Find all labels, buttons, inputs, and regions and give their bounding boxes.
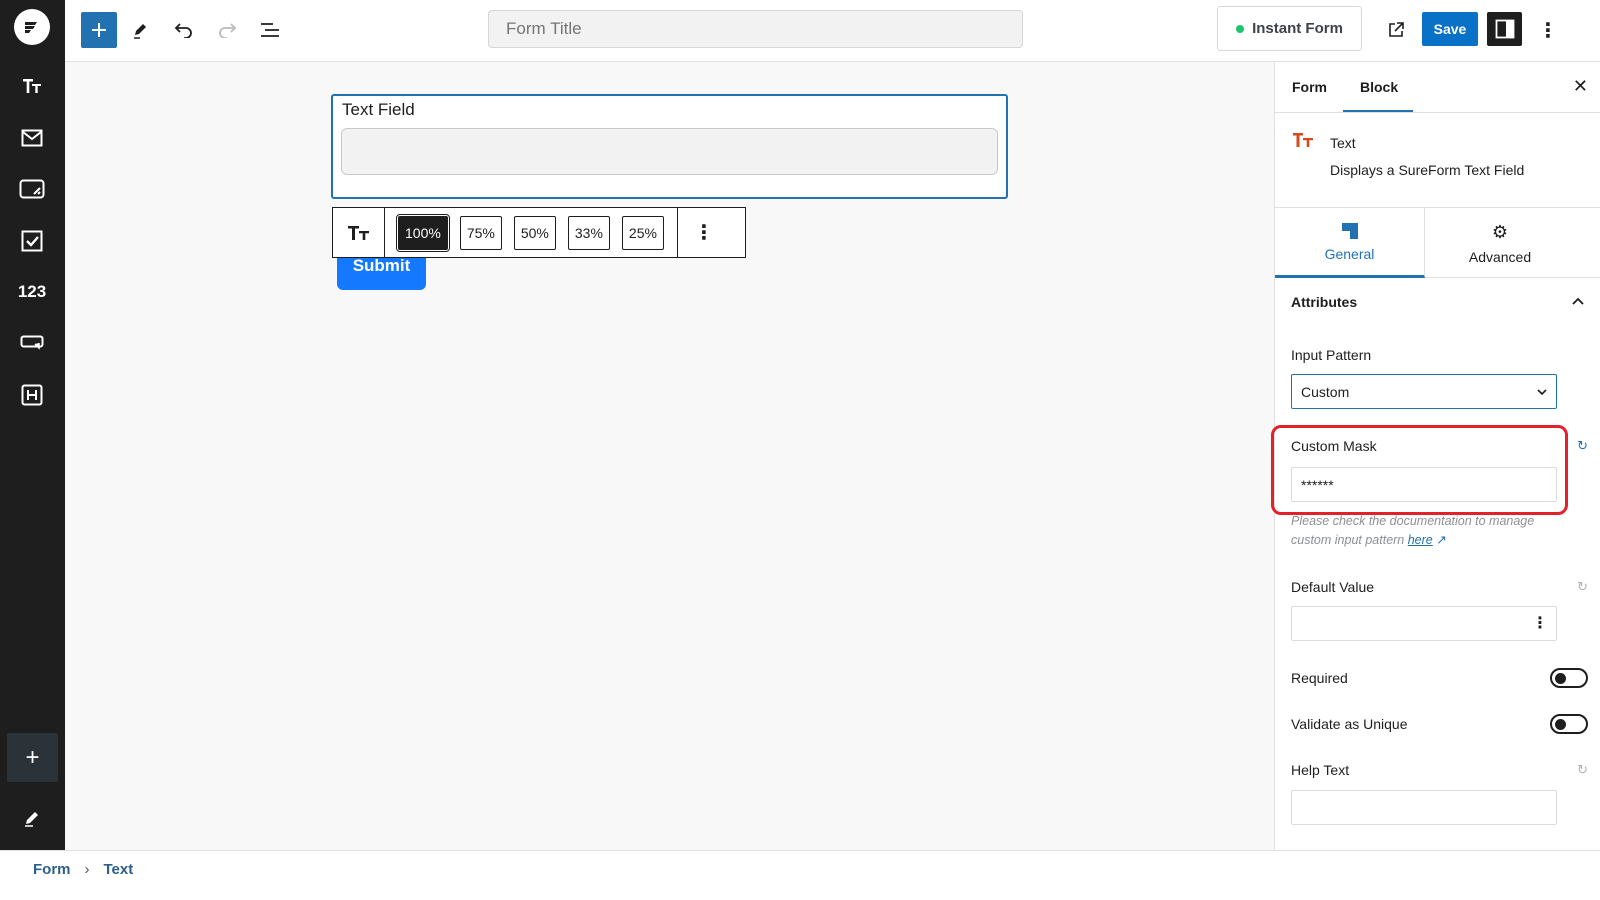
block-more-options-icon[interactable]: ⋮ <box>678 208 730 257</box>
status-dot-icon <box>1236 24 1245 33</box>
input-pattern-value: Custom <box>1301 383 1350 400</box>
width-options: 100% 75% 50% 33% 25% <box>385 208 678 257</box>
field-label: Text Field <box>342 100 415 119</box>
tab-general-label: General <box>1324 245 1375 262</box>
tab-advanced-label: Advanced <box>1468 248 1532 265</box>
tab-advanced[interactable]: ⚙ Advanced <box>1425 208 1575 278</box>
edit-pencil-icon[interactable] <box>12 798 52 838</box>
external-link-icon <box>1389 22 1404 37</box>
default-value-options-icon[interactable]: ⋮ <box>1532 613 1548 633</box>
settings-panel: Form Block ✕ Text Displays a SureForm Te… <box>1271 62 1600 850</box>
validate-unique-label: Validate as Unique <box>1291 716 1408 732</box>
chevron-down-icon <box>1537 388 1547 395</box>
preview-external-button[interactable] <box>1378 12 1414 48</box>
tab-form[interactable]: Form <box>1292 79 1327 95</box>
dropdown-icon[interactable] <box>12 323 52 363</box>
custom-mask-help: Please check the documentation to manage… <box>1291 512 1561 550</box>
input-pattern-label: Input Pattern <box>1291 347 1372 363</box>
checkbox-icon[interactable] <box>12 221 52 261</box>
block-description: Displays a SureForm Text Field <box>1330 162 1525 178</box>
sureforms-logo[interactable] <box>14 9 50 45</box>
sidebar-panel-icon <box>1495 19 1514 39</box>
block-title: Text <box>1330 135 1356 151</box>
left-sidebar: 123 + <box>0 0 65 870</box>
width-33-button[interactable]: 33% <box>567 215 610 250</box>
edit-tool-button[interactable] <box>123 12 159 48</box>
breadcrumb: Form › Text <box>33 861 133 878</box>
add-block-button[interactable]: + <box>7 733 58 782</box>
gear-icon: ⚙ <box>1491 221 1509 242</box>
panel-tabs: Form Block ✕ <box>1275 62 1600 113</box>
text-block-icon <box>1292 131 1314 155</box>
email-icon[interactable] <box>12 118 52 158</box>
attributes-heading[interactable]: Attributes <box>1291 294 1357 310</box>
input-pattern-select[interactable]: Custom <box>1291 374 1557 409</box>
validate-unique-toggle[interactable] <box>1550 714 1588 734</box>
footer: Form › Text <box>0 850 1600 900</box>
tab-general[interactable]: General <box>1275 208 1425 278</box>
width-75-button[interactable]: 75% <box>459 215 502 250</box>
text-block-type-icon[interactable] <box>333 208 385 257</box>
breadcrumb-form[interactable]: Form <box>33 861 71 878</box>
width-25-button[interactable]: 25% <box>621 215 664 250</box>
settings-sub-tabs: General ⚙ Advanced <box>1275 208 1600 278</box>
required-label: Required <box>1291 670 1348 686</box>
list-view-icon <box>261 23 279 37</box>
default-value-label: Default Value <box>1291 579 1375 595</box>
text-field-block[interactable]: Text Field <box>331 94 1008 199</box>
tab-block[interactable]: Block <box>1360 79 1398 95</box>
active-tab-indicator <box>1343 110 1413 112</box>
text-field-icon[interactable] <box>12 66 52 106</box>
default-value-reset-icon[interactable]: ↻ <box>1577 579 1588 595</box>
block-toolbar: 100% 75% 50% 33% 25% ⋮ <box>332 207 746 258</box>
width-50-button[interactable]: 50% <box>513 215 556 250</box>
form-title-input[interactable]: Form Title <box>488 10 1023 48</box>
help-text-label: Help Text <box>1291 762 1350 778</box>
redo-button[interactable] <box>209 12 245 48</box>
reset-icon[interactable]: ↻ <box>1577 438 1588 454</box>
instant-form-button[interactable]: Instant Form <box>1217 6 1362 51</box>
text-field-input[interactable] <box>341 128 998 175</box>
general-icon <box>1341 222 1358 239</box>
editor-canvas: Text Field Submit 100% 75% 50% 33% 25% ⋮ <box>65 62 1274 850</box>
undo-icon <box>174 23 192 38</box>
block-card: Text Displays a SureForm Text Field <box>1275 113 1600 208</box>
documentation-link[interactable]: here <box>1408 533 1433 547</box>
top-toolbar: Form Title Instant Form Save ⋮ <box>65 0 1600 62</box>
list-view-button[interactable] <box>252 12 288 48</box>
chevron-up-icon[interactable] <box>1572 292 1584 308</box>
heading-icon[interactable] <box>12 375 52 415</box>
external-arrow-icon: ↗ <box>1436 533 1447 547</box>
breadcrumb-text[interactable]: Text <box>104 861 134 878</box>
custom-mask-label: Custom Mask <box>1291 438 1377 454</box>
number-icon[interactable]: 123 <box>12 272 52 312</box>
close-icon[interactable]: ✕ <box>1573 76 1588 97</box>
help-text-input[interactable] <box>1291 790 1557 825</box>
save-button[interactable]: Save <box>1422 12 1478 46</box>
required-toggle[interactable] <box>1550 668 1588 688</box>
help-text-reset-icon[interactable]: ↻ <box>1577 762 1588 778</box>
default-value-input[interactable]: ⋮ <box>1291 606 1557 641</box>
add-block-toggle-button[interactable] <box>81 12 117 48</box>
pencil-icon <box>134 24 146 39</box>
undo-button[interactable] <box>166 12 202 48</box>
textarea-icon[interactable] <box>12 169 52 209</box>
more-options-icon[interactable]: ⋮ <box>1530 12 1566 48</box>
width-100-button[interactable]: 100% <box>396 213 450 252</box>
logo-mark-icon <box>25 22 37 33</box>
chevron-right-icon: › <box>84 861 90 878</box>
settings-panel-toggle[interactable] <box>1487 12 1522 46</box>
custom-mask-input[interactable]: ****** <box>1291 467 1557 502</box>
submit-button[interactable]: Submit <box>337 254 426 290</box>
redo-icon <box>219 23 237 38</box>
instant-form-label: Instant Form <box>1252 20 1343 37</box>
